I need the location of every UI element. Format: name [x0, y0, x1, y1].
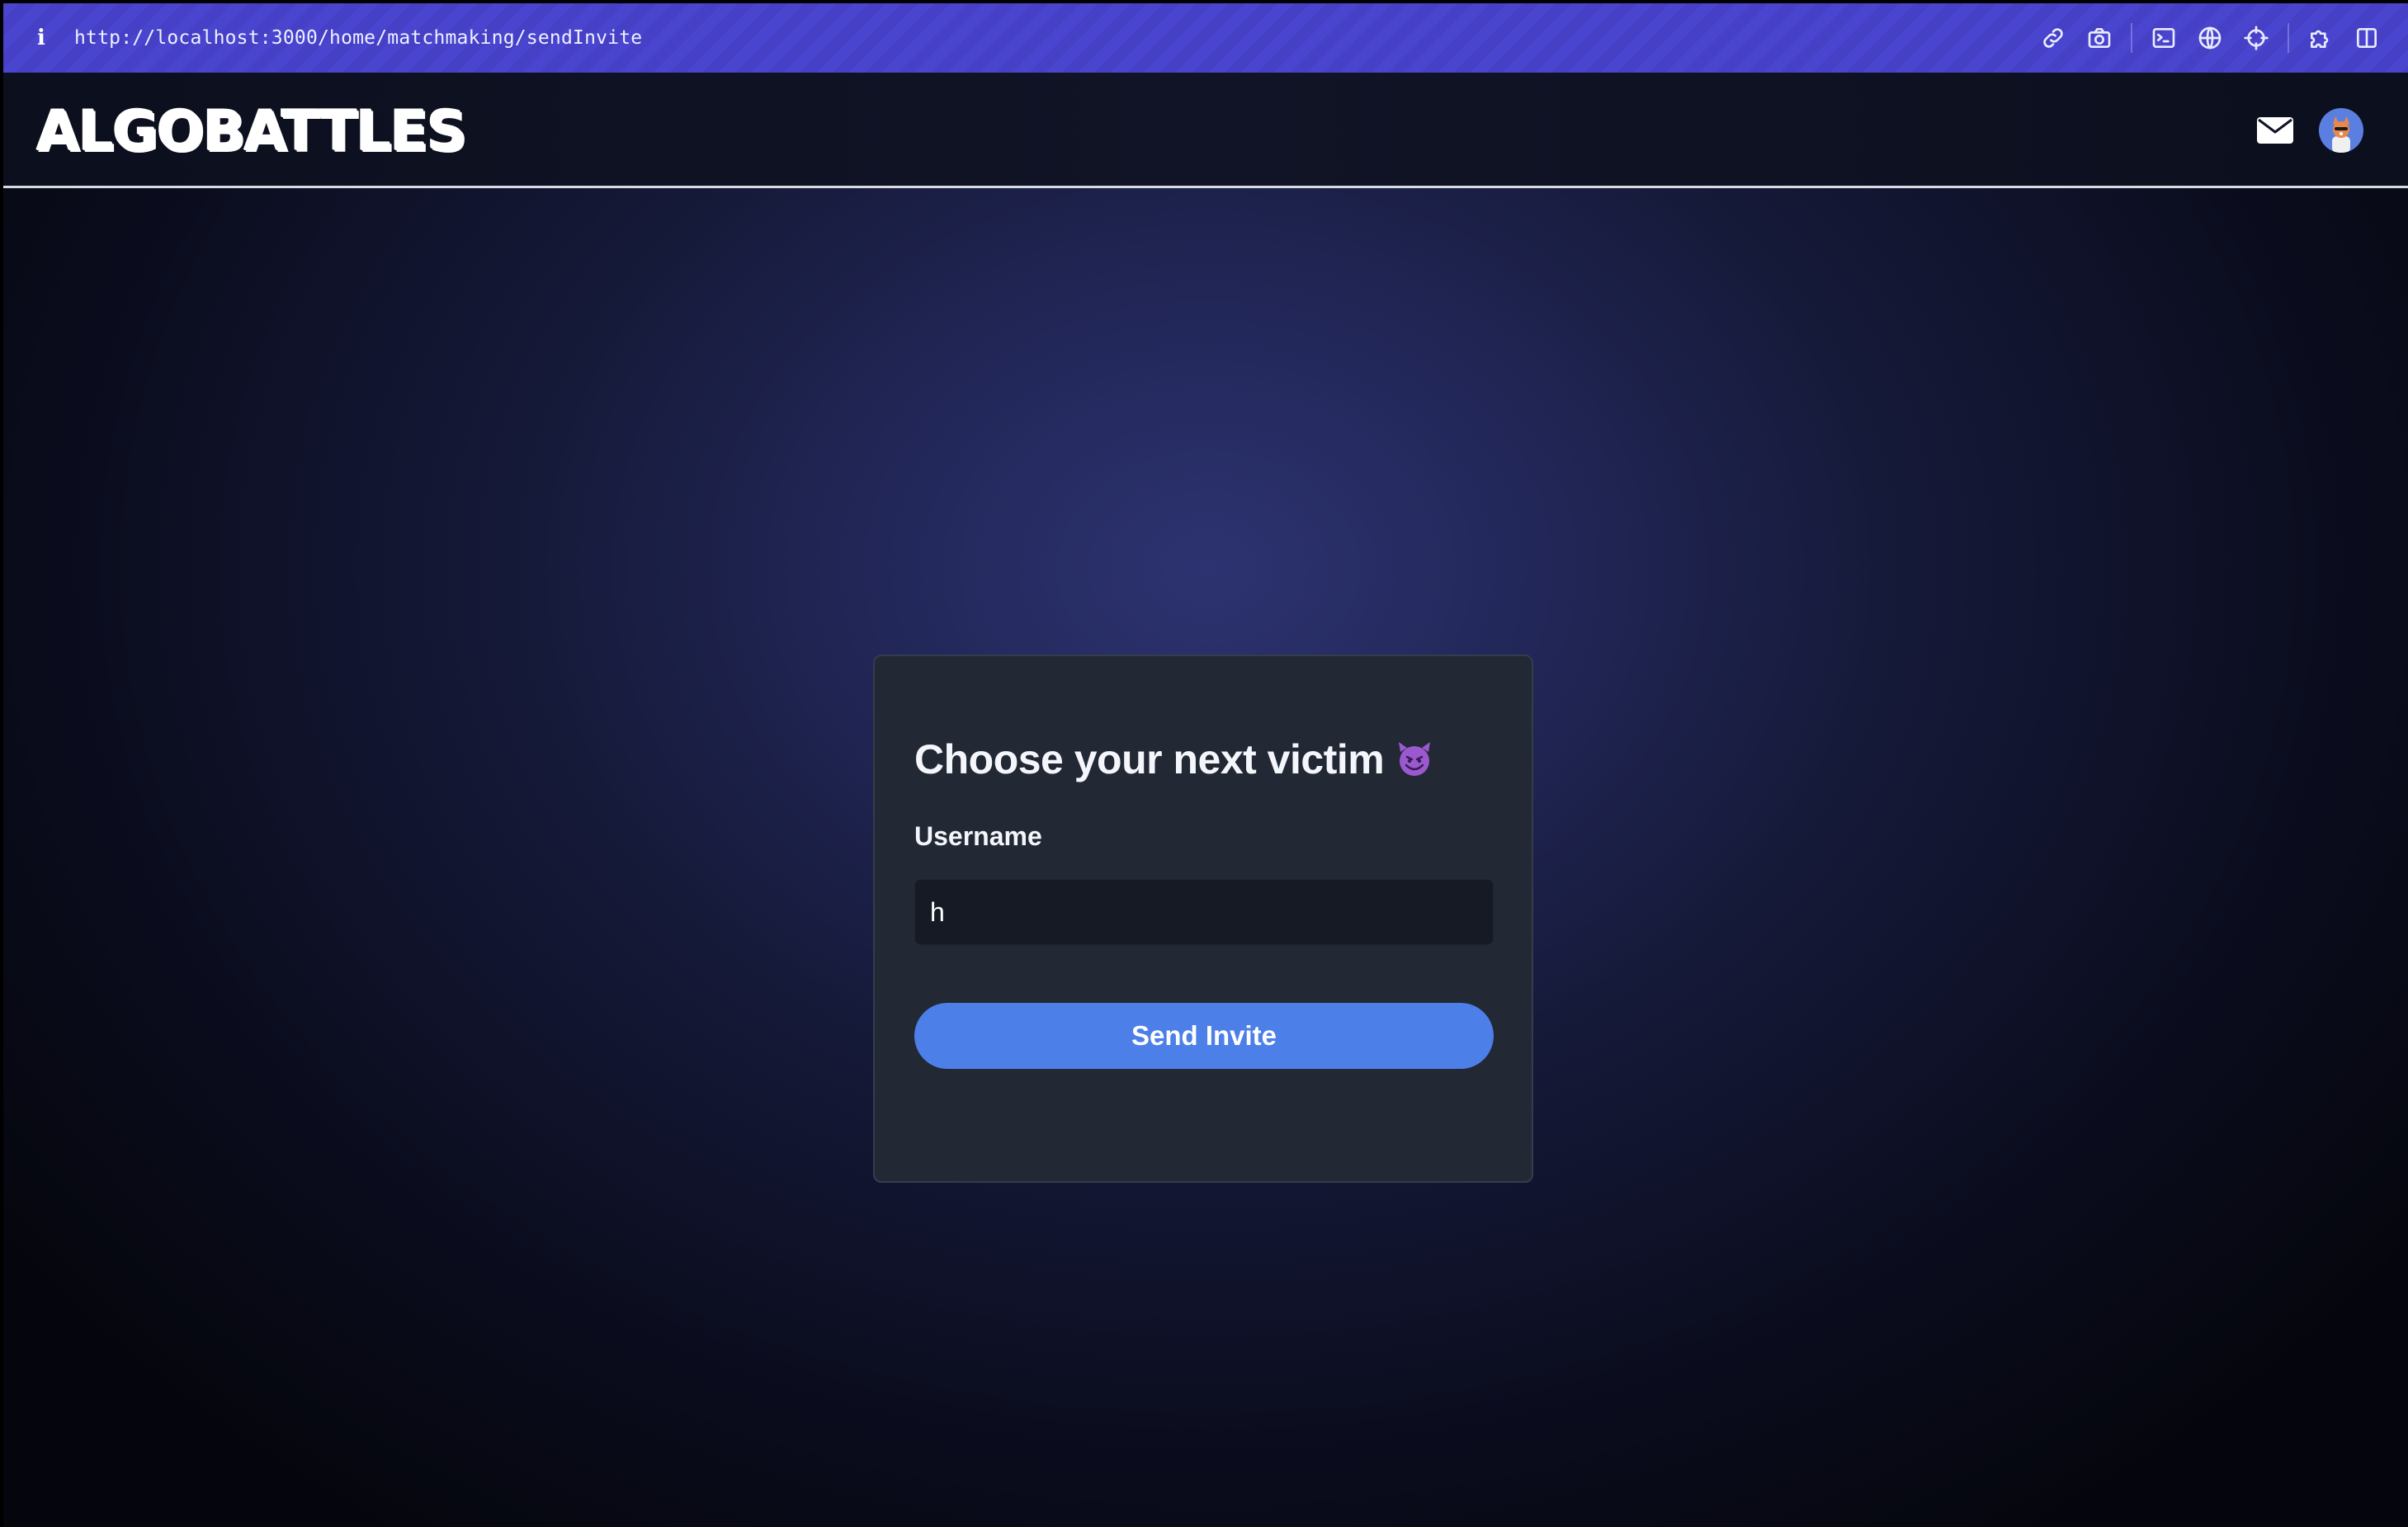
username-input[interactable] — [914, 879, 1494, 945]
avatar-image — [2319, 108, 2363, 153]
mail-icon[interactable] — [2256, 114, 2294, 147]
title-text: Choose your next victim — [914, 736, 1385, 782]
toolbar-divider — [2131, 23, 2132, 53]
sidebar-icon[interactable] — [2344, 15, 2390, 61]
extensions-icon[interactable] — [2297, 15, 2344, 61]
app-header: ALGOBATTLES — [3, 73, 2408, 188]
invite-card: Choose your next victim Username h Send … — [873, 655, 1533, 1183]
browser-window: i http://localhost:3000/home/matchmaking… — [3, 3, 2408, 1527]
browser-toolbar: i http://localhost:3000/home/matchmaking… — [3, 3, 2408, 73]
username-label: Username — [914, 821, 1042, 851]
logo[interactable]: ALGOBATTLES — [36, 99, 467, 164]
avatar[interactable] — [2319, 108, 2363, 153]
camera-icon[interactable] — [2076, 15, 2122, 61]
smiling-devil-icon — [1395, 740, 1433, 778]
toolbar-divider — [2288, 23, 2289, 53]
page-title: Choose your next victim — [914, 735, 1433, 783]
terminal-icon[interactable] — [2141, 15, 2187, 61]
info-icon[interactable]: i — [28, 26, 54, 50]
main-content: Choose your next victim Username h Send … — [3, 188, 2408, 1527]
browser-tools — [2030, 3, 2390, 73]
link-icon[interactable] — [2030, 15, 2076, 61]
address-bar[interactable]: http://localhost:3000/home/matchmaking/s… — [74, 27, 642, 49]
globe-icon[interactable] — [2187, 15, 2233, 61]
crosshair-icon[interactable] — [2233, 15, 2279, 61]
send-invite-button[interactable]: Send Invite — [914, 1003, 1494, 1069]
